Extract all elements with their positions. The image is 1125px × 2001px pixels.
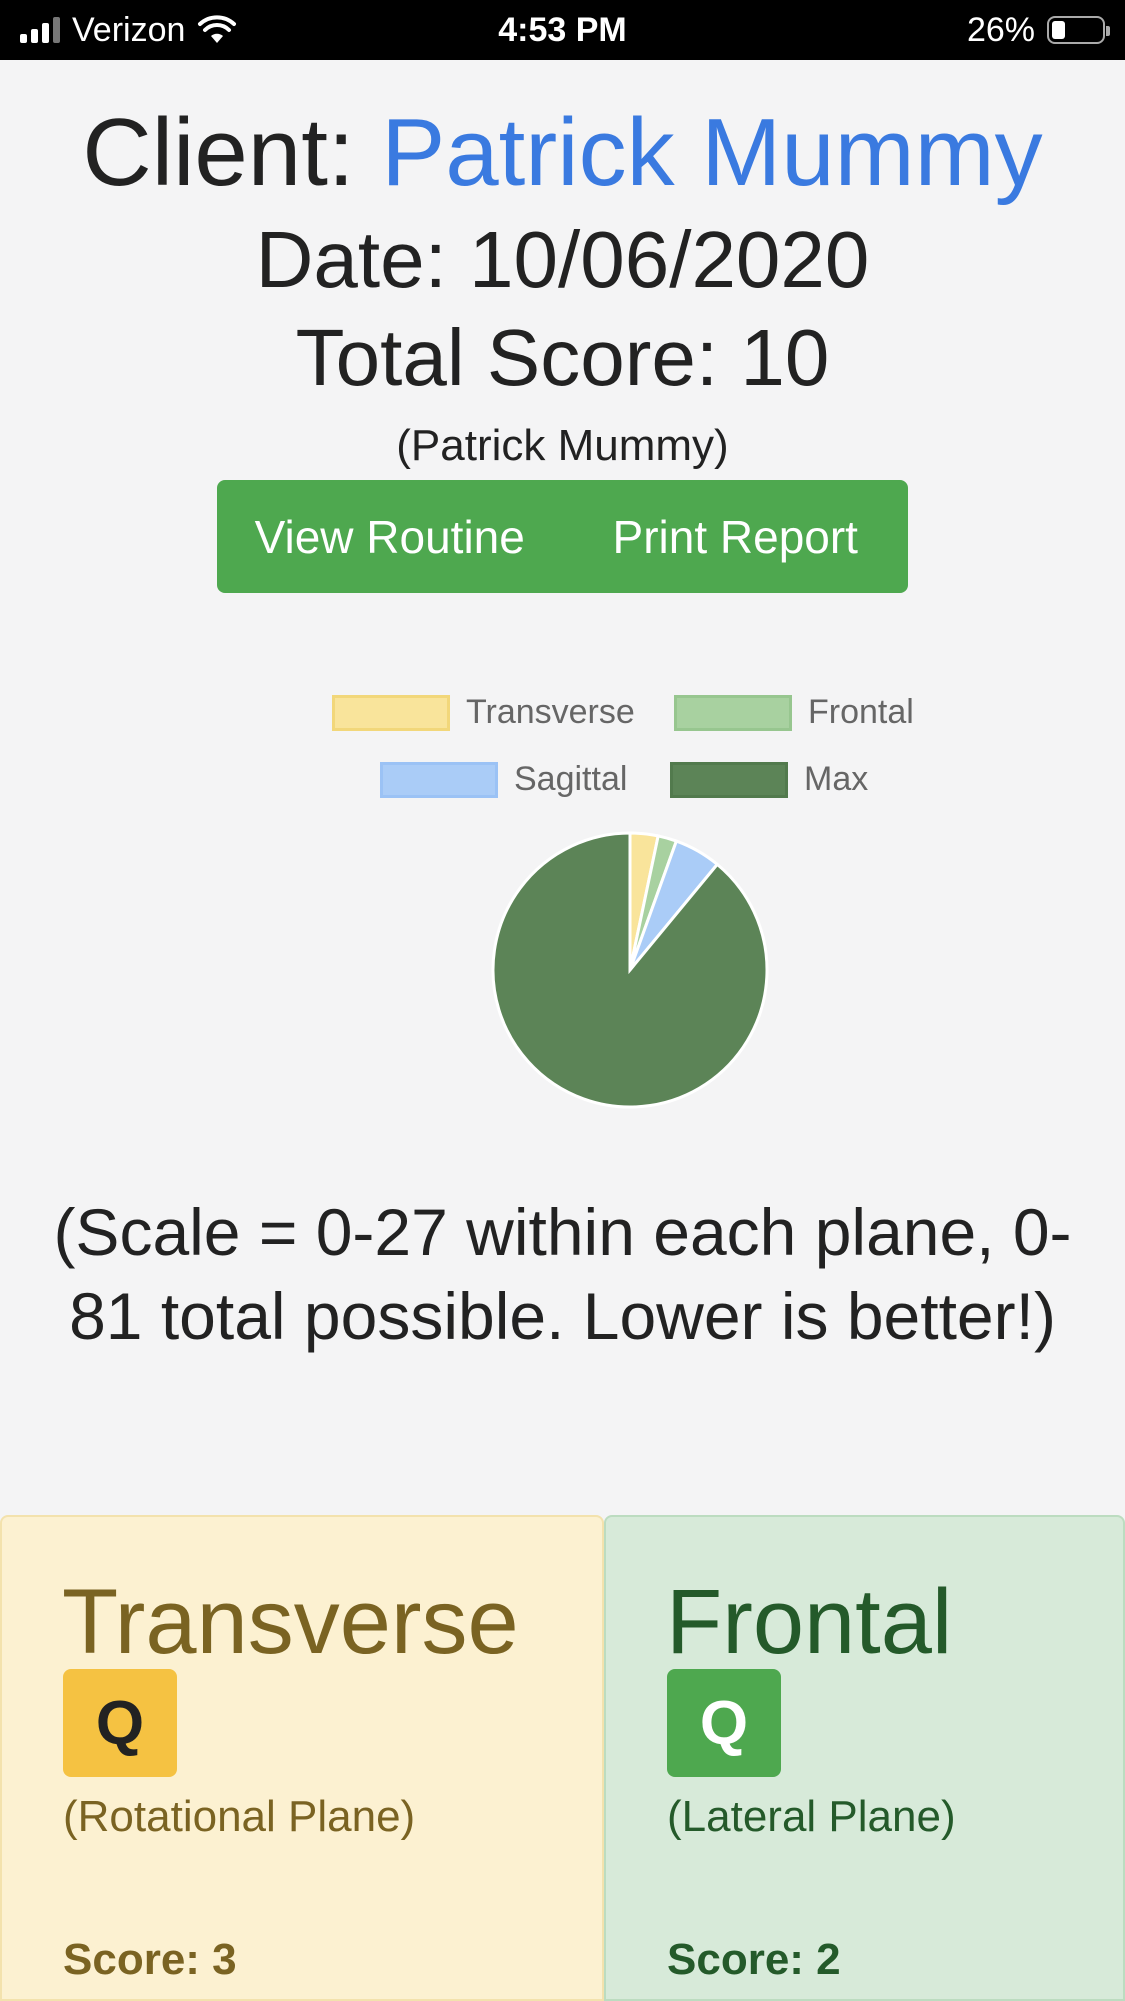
- total-score: Total Score: 10: [295, 313, 830, 402]
- q-badge: Q: [63, 1669, 177, 1777]
- legend-swatch-frontal: [674, 694, 792, 731]
- legend-label: Transverse: [466, 693, 635, 731]
- action-button-group: View Routine Print Report: [217, 480, 908, 593]
- transverse-card: Transverse Q (Rotational Plane) Score: 3: [0, 1515, 604, 2001]
- legend-item-transverse[interactable]: Transverse: [332, 693, 635, 732]
- card-plane: (Lateral Plane): [667, 1792, 956, 1841]
- battery-percent: 26%: [966, 10, 1035, 49]
- legend-label: Frontal: [808, 693, 914, 731]
- pie-svg: [491, 831, 769, 1109]
- q-badge: Q: [667, 1669, 781, 1777]
- assessment-date: Date: 10/06/2020: [255, 215, 870, 304]
- frontal-card: Frontal Q (Lateral Plane) Score: 2: [604, 1515, 1125, 2001]
- legend-swatch-sagittal: [380, 761, 498, 798]
- pie-slice-max[interactable]: [491, 831, 769, 1109]
- client-subname: (Patrick Mummy): [396, 421, 729, 470]
- card-plane: (Rotational Plane): [63, 1792, 416, 1841]
- view-routine-button[interactable]: View Routine: [217, 480, 563, 593]
- client-heading: Client: Patrick Mummy: [0, 98, 1125, 208]
- legend-label: Sagittal: [514, 760, 628, 798]
- card-score: Score: 2: [667, 1935, 841, 1984]
- status-bar: Verizon 4:53 PM 26%: [0, 0, 1125, 60]
- legend-item-max[interactable]: Max: [670, 760, 868, 799]
- card-score: Score: 3: [63, 1935, 237, 1984]
- legend-label: Max: [804, 760, 869, 798]
- legend-item-sagittal[interactable]: Sagittal: [380, 760, 627, 799]
- status-time: 4:53 PM: [498, 11, 627, 49]
- card-title: Transverse: [62, 1571, 519, 1673]
- client-name-link[interactable]: Patrick Mummy: [381, 99, 1042, 206]
- legend-swatch-transverse: [332, 694, 450, 731]
- scale-note: (Scale = 0-27 within each plane, 0-81 to…: [53, 1195, 1072, 1353]
- print-report-button[interactable]: Print Report: [563, 480, 909, 593]
- legend-item-frontal[interactable]: Frontal: [674, 693, 914, 732]
- client-label: Client:: [82, 99, 382, 206]
- card-title: Frontal: [666, 1571, 953, 1673]
- legend-swatch-max: [670, 761, 788, 798]
- score-pie-chart: [490, 830, 770, 1110]
- status-right: 26%: [966, 0, 1110, 60]
- battery-icon: [1047, 16, 1110, 44]
